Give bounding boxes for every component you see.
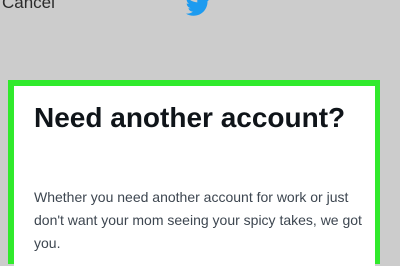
card-description: Whether you need another account for wor… [34, 189, 362, 251]
account-card: Need another account? Whether you need a… [14, 86, 375, 266]
twitter-bird-icon [186, 0, 209, 16]
cancel-button[interactable]: Cancel [0, 0, 57, 15]
card-title: Need another account? [34, 102, 346, 133]
top-bar: Cancel [0, 0, 400, 30]
